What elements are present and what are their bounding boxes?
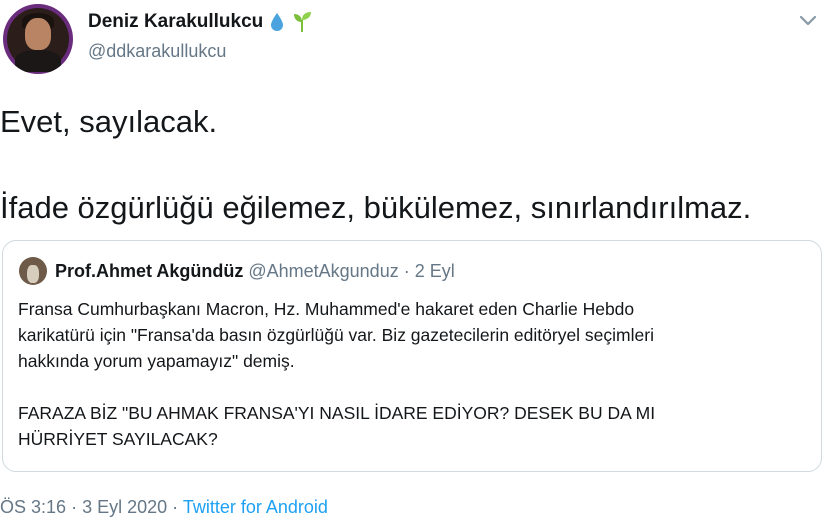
tweet-footer: ÖS 3:16 · 3 Eyl 2020 · Twitter for Andro…: [0, 497, 328, 518]
quoted-author-name: Prof.Ahmet Akgündüz: [55, 261, 244, 281]
quoted-date: 2 Eyl: [414, 261, 455, 281]
author-handle[interactable]: @ddkarakullukcu: [88, 41, 226, 62]
tweet-time[interactable]: ÖS 3:16: [0, 497, 66, 517]
quoted-separator: ·: [403, 261, 410, 281]
quoted-author-handle: @AhmetAkgunduz: [248, 261, 399, 281]
author-avatar[interactable]: [3, 4, 73, 74]
quoted-tweet-card[interactable]: Prof.Ahmet Akgündüz @AhmetAkgunduz · 2 E…: [2, 240, 822, 472]
chevron-down-icon[interactable]: [798, 14, 818, 28]
author-display-name[interactable]: Deniz Karakullukcu: [88, 11, 313, 33]
tweet-header: Deniz Karakullukcu @ddkarakullukcu: [0, 0, 830, 80]
quoted-caps-line: FARAZA BİZ "BU AHMAK FRANSA'YI NASIL İDA…: [18, 403, 656, 423]
quoted-tweet-header: Prof.Ahmet Akgündüz @AhmetAkgunduz · 2 E…: [55, 261, 455, 282]
footer-separator: ·: [71, 497, 78, 517]
author-name-text[interactable]: Deniz Karakullukcu: [88, 11, 263, 33]
quoted-body-line: Fransa Cumhurbaşkanı Macron, Hz. Muhamme…: [18, 299, 635, 319]
quoted-author-avatar: [19, 257, 47, 285]
tweet-date[interactable]: 3 Eyl 2020: [82, 497, 167, 517]
tweet-text: Evet, sayılacak. İfade özgürlüğü eğileme…: [0, 100, 751, 230]
tweet-source-link[interactable]: Twitter for Android: [183, 497, 328, 517]
quoted-body-line: hakkında yorum yapamayız" demiş.: [18, 351, 295, 371]
tweet-line-1: Evet, sayılacak.: [0, 104, 218, 139]
tweet-line-2: İfade özgürlüğü eğilemez, bükülemez, sın…: [0, 190, 752, 225]
droplet-icon: [271, 13, 284, 31]
quoted-caps-line: HÜRRİYET SAYILACAK?: [18, 429, 218, 449]
footer-separator: ·: [172, 497, 179, 517]
quoted-body-line: karikatürü için "Fransa'da basın özgürlü…: [18, 325, 654, 345]
quoted-tweet-body: Fransa Cumhurbaşkanı Macron, Hz. Muhamme…: [18, 296, 655, 452]
seedling-icon: [294, 12, 312, 32]
